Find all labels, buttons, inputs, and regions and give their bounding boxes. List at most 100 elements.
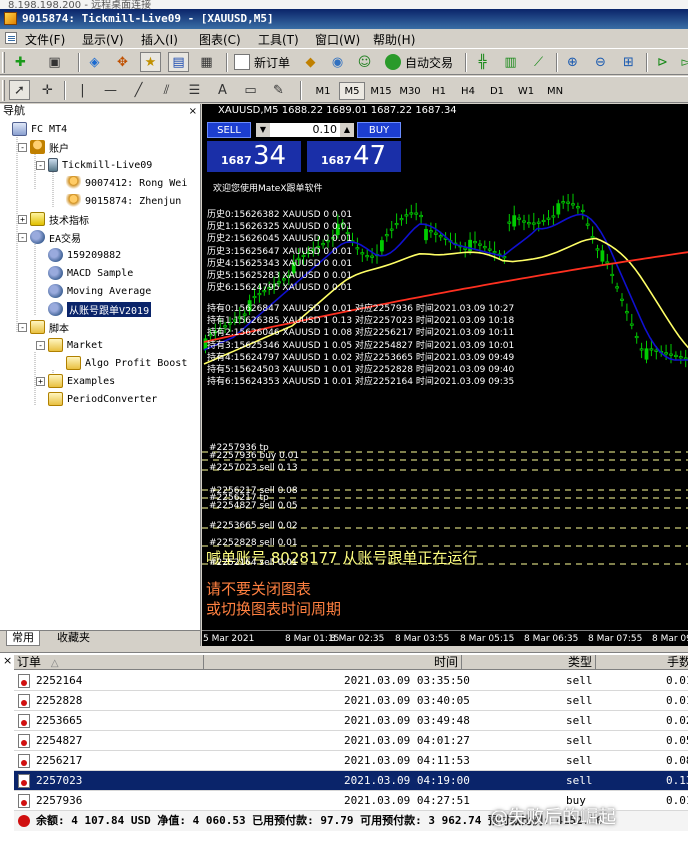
ask-quote[interactable]: 1687 47 <box>307 141 401 172</box>
tile-windows-icon[interactable]: ⊞ <box>618 52 639 72</box>
menu-tools[interactable]: 工具(T) <box>258 31 299 48</box>
bar-chart-icon[interactable]: ╬ <box>472 52 493 72</box>
table-row[interactable]: 2257023 2021.03.09 04:19:00 sell 0.13 <box>14 771 688 791</box>
navigator-close-icon[interactable]: × <box>189 105 197 119</box>
vertical-line-icon[interactable]: | <box>72 80 93 100</box>
terminal-icon[interactable]: ▤ <box>168 52 189 72</box>
zoom-out-icon[interactable]: ⊖ <box>590 52 611 72</box>
menu-charts[interactable]: 图表(C) <box>199 31 241 48</box>
tree-item[interactable]: FC MT4 <box>12 120 67 138</box>
sell-order-icon <box>18 794 30 808</box>
menu-insert[interactable]: 插入(I) <box>141 31 178 48</box>
column-order[interactable]: 订单 △ <box>14 655 204 670</box>
table-row[interactable]: 2257936 2021.03.09 04:27:51 buy 0.01 <box>14 791 688 811</box>
tree-item[interactable]: 9007412: Rong Wei <box>66 174 187 192</box>
tree-item[interactable]: - 脚本 <box>18 318 69 336</box>
sell-button[interactable]: SELL <box>207 122 251 138</box>
tree-item[interactable]: - Market <box>36 336 103 354</box>
tree-item[interactable]: - Tickmill-Live09 <box>36 156 152 174</box>
expand-icon[interactable]: + <box>36 376 45 386</box>
title-bar[interactable]: 9015874: Tickmill-Live09 - [XAUUSD,M5] <box>0 9 688 29</box>
chart-document-icon[interactable] <box>5 32 17 44</box>
timeframe-m30[interactable]: M30 <box>397 82 423 100</box>
menu-file[interactable]: 文件(F) <box>25 31 65 48</box>
column-time[interactable]: 时间 <box>204 655 462 670</box>
tab-common[interactable]: 常用 <box>6 631 40 646</box>
timeframe-h4[interactable]: H4 <box>455 82 481 100</box>
navigator-icon[interactable]: ★ <box>140 52 161 72</box>
lot-increase-icon[interactable]: ▲ <box>340 123 354 137</box>
toolbar-grip[interactable] <box>2 52 5 73</box>
tree-item[interactable]: + 技术指标 <box>18 210 89 228</box>
table-row[interactable]: 2256217 2021.03.09 04:11:53 sell 0.08 <box>14 751 688 771</box>
fibonacci-icon[interactable]: ☰ <box>184 80 205 100</box>
table-row[interactable]: 2252828 2021.03.09 03:40:05 sell 0.01 <box>14 691 688 711</box>
signals-icon[interactable]: ◉ <box>327 52 348 72</box>
timeframe-h1[interactable]: H1 <box>426 82 452 100</box>
table-row[interactable]: 2252164 2021.03.09 03:35:50 sell 0.01 <box>14 671 688 691</box>
new-order-button[interactable]: 新订单 <box>232 52 290 72</box>
collapse-icon[interactable]: - <box>36 160 45 170</box>
tree-item[interactable]: PeriodConverter <box>48 390 157 408</box>
arrows-icon[interactable]: ✎ <box>268 80 289 100</box>
horizontal-line-icon[interactable]: — <box>100 80 121 100</box>
text-tool-icon[interactable]: A <box>212 80 233 100</box>
channel-icon[interactable]: ⫽ <box>156 80 177 100</box>
buy-button[interactable]: BUY <box>357 122 401 138</box>
script-icon <box>48 374 63 388</box>
collapse-icon[interactable]: - <box>36 340 45 350</box>
timeframe-mn[interactable]: MN <box>542 82 568 100</box>
column-type[interactable]: 类型 <box>462 655 596 670</box>
tree-item[interactable]: 159209882 <box>48 246 121 264</box>
lot-decrease-icon[interactable]: ▼ <box>256 123 270 137</box>
tab-favorites[interactable]: 收藏夹 <box>52 631 95 646</box>
line-chart-icon[interactable]: ⟋ <box>528 52 549 72</box>
toolbar-grip[interactable] <box>2 80 5 101</box>
column-lots[interactable]: 手数 <box>596 655 688 670</box>
market-icon[interactable]: ☺ <box>354 52 375 72</box>
tree-item[interactable]: Moving Average <box>48 282 151 300</box>
timeframe-m1[interactable]: M1 <box>310 82 336 100</box>
menu-help[interactable]: 帮助(H) <box>373 31 415 48</box>
timeframe-m5[interactable]: M5 <box>339 82 365 100</box>
price-chart[interactable]: XAUUSD,M5 1688.22 1689.01 1687.22 1687.3… <box>202 104 688 646</box>
market-watch-icon[interactable]: ◈ <box>84 52 105 72</box>
crosshair-icon[interactable]: ✛ <box>37 80 58 100</box>
zoom-in-icon[interactable]: ⊕ <box>562 52 583 72</box>
collapse-icon[interactable]: - <box>18 322 27 332</box>
collapse-icon[interactable]: - <box>18 142 27 152</box>
auto-scroll-icon[interactable]: ⊳ <box>652 52 673 72</box>
timeframe-d1[interactable]: D1 <box>484 82 510 100</box>
new-chart-icon[interactable]: ✚ <box>10 52 31 72</box>
profiles-icon[interactable]: ▣ <box>44 52 65 72</box>
tree-item[interactable]: 9015874: Zhenjun <box>66 192 181 210</box>
chart-shift-icon[interactable]: ▻ <box>676 52 688 72</box>
menu-view[interactable]: 显示(V) <box>82 31 124 48</box>
data-window-icon[interactable]: ✥ <box>112 52 133 72</box>
bid-quote[interactable]: 1687 34 <box>207 141 301 172</box>
tree-item[interactable]: - EA交易 <box>18 228 81 246</box>
collapse-icon[interactable]: - <box>18 232 27 242</box>
text-label-icon[interactable]: ▭ <box>240 80 261 100</box>
expand-icon[interactable]: + <box>18 214 27 224</box>
metaeditor-icon[interactable]: ◆ <box>300 52 321 72</box>
terminal-close-icon[interactable]: × <box>3 654 12 667</box>
auto-trading-button[interactable]: 自动交易 <box>383 52 453 72</box>
tree-item[interactable]: Algo Profit Boost <box>66 354 187 372</box>
tester-icon[interactable]: ▦ <box>196 52 217 72</box>
tree-item[interactable]: - 账户 <box>18 138 69 156</box>
cursor-icon[interactable]: ➚ <box>9 80 30 100</box>
candlestick-chart-icon[interactable]: ▥ <box>500 52 521 72</box>
menu-window[interactable]: 窗口(W) <box>315 31 360 48</box>
timeframe-w1[interactable]: W1 <box>513 82 539 100</box>
table-row[interactable]: 2253665 2021.03.09 03:49:48 sell 0.02 <box>14 711 688 731</box>
order-time: 2021.03.09 04:27:51 <box>344 794 470 807</box>
lot-input[interactable]: 0.10 <box>270 123 340 137</box>
sell-order-icon <box>18 674 30 688</box>
tree-item[interactable]: 从账号跟单V2019 <box>48 300 152 318</box>
table-row[interactable]: 2254827 2021.03.09 04:01:27 sell 0.05 <box>14 731 688 751</box>
trendline-icon[interactable]: ╱ <box>128 80 149 100</box>
timeframe-m15[interactable]: M15 <box>368 82 394 100</box>
tree-item[interactable]: + Examples <box>36 372 115 390</box>
tree-item[interactable]: MACD Sample <box>48 264 133 282</box>
